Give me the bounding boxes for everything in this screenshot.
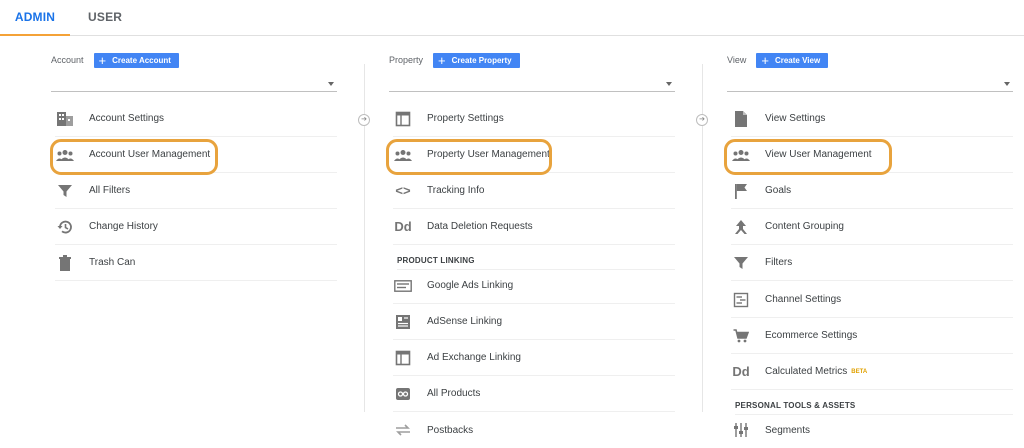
segments-icon [731, 421, 751, 439]
create-view-button[interactable]: + Create View [756, 52, 829, 68]
change-history-label: Change History [89, 221, 158, 232]
all-filters-item[interactable]: All Filters [55, 173, 337, 209]
tab-admin[interactable]: ADMIN [0, 0, 70, 36]
account-selector[interactable] [51, 76, 337, 92]
view-settings-item[interactable]: View Settings [731, 101, 1013, 137]
trash-icon [55, 254, 75, 272]
dropdown-arrow-icon [1004, 82, 1010, 86]
goals-item[interactable]: Goals [731, 173, 1013, 209]
all-filters-label: All Filters [89, 185, 131, 196]
adsense-linking-item[interactable]: AdSense Linking [393, 304, 675, 340]
segments-item[interactable]: Segments [731, 412, 1013, 448]
view-label: View [727, 55, 747, 65]
ad-exchange-linking-label: Ad Exchange Linking [427, 352, 521, 363]
dd-icon: Dd [394, 219, 412, 234]
filter-icon [731, 254, 751, 272]
postbacks-item[interactable]: Postbacks [393, 412, 675, 448]
create-account-button[interactable]: + Create Account [93, 52, 179, 68]
property-label: Property [389, 55, 424, 65]
ecommerce-settings-label: Ecommerce Settings [765, 330, 858, 341]
calculated-metrics-item[interactable]: Dd Calculated Metrics BETA [731, 354, 1013, 390]
dropdown-arrow-icon [328, 82, 334, 86]
tracking-info-label: Tracking Info [427, 185, 485, 196]
view-column: View + Create View View Settings View Us… [727, 36, 1015, 448]
property-column: Property + Create Property Property Sett… [389, 36, 677, 448]
account-user-management-label: Account User Management [89, 149, 211, 160]
property-selector[interactable] [389, 76, 675, 92]
account-column: Account + Create Account Account Setting… [51, 36, 339, 448]
ad-exchange-linking-item[interactable]: Ad Exchange Linking [393, 340, 675, 376]
plus-icon: + [438, 52, 446, 68]
account-label: Account [51, 55, 84, 65]
filter-icon [55, 182, 75, 200]
change-history-item[interactable]: Change History [55, 209, 337, 245]
ecommerce-settings-item[interactable]: Ecommerce Settings [731, 318, 1013, 354]
trash-can-label: Trash Can [89, 257, 136, 268]
property-settings-item[interactable]: Property Settings [393, 101, 675, 137]
building-icon [55, 110, 75, 128]
arrow-right-icon: ➔ [358, 114, 370, 126]
dropdown-arrow-icon [666, 82, 672, 86]
property-user-management-label: Property User Management [427, 149, 550, 160]
window-icon [393, 349, 413, 367]
segments-label: Segments [765, 424, 811, 436]
property-settings-label: Property Settings [427, 113, 504, 124]
link-icon [393, 385, 413, 403]
arrow-right-icon: ➔ [696, 114, 708, 126]
data-deletion-requests-item[interactable]: Dd Data Deletion Requests [393, 209, 675, 245]
account-settings-item[interactable]: Account Settings [55, 101, 337, 137]
account-header: Account + Create Account [51, 52, 179, 68]
channel-settings-label: Channel Settings [765, 294, 842, 305]
view-user-management-label: View User Management [765, 149, 872, 160]
window-icon [393, 110, 413, 128]
all-products-item[interactable]: All Products [393, 376, 675, 412]
trash-can-item[interactable]: Trash Can [55, 245, 337, 281]
filters-item[interactable]: Filters [731, 245, 1013, 281]
create-property-button[interactable]: + Create Property [433, 52, 520, 68]
dd-icon: Dd [732, 364, 750, 379]
view-settings-label: View Settings [765, 113, 826, 124]
code-icon: <> [395, 183, 411, 198]
create-property-label: Create Property [451, 55, 512, 65]
property-header: Property + Create Property [389, 52, 520, 68]
grouping-icon [731, 218, 751, 236]
view-user-management-item[interactable]: View User Management [731, 137, 1013, 173]
channel-icon [731, 291, 751, 309]
tracking-info-item[interactable]: <> Tracking Info [393, 173, 675, 209]
people-icon [731, 146, 751, 164]
people-icon [55, 146, 75, 164]
ads-icon [393, 277, 413, 295]
calculated-metrics-label: Calculated Metrics [765, 366, 848, 377]
plus-icon: + [761, 52, 769, 68]
tab-user[interactable]: USER [88, 0, 122, 36]
content-grouping-item[interactable]: Content Grouping [731, 209, 1013, 245]
postback-icon [393, 421, 413, 439]
account-user-management-item[interactable]: Account User Management [55, 137, 337, 173]
google-ads-linking-label: Google Ads Linking [427, 280, 514, 291]
property-user-management-item[interactable]: Property User Management [393, 137, 675, 173]
create-view-label: Create View [774, 55, 821, 65]
content-grouping-label: Content Grouping [765, 221, 844, 232]
admin-tabs: ADMIN USER [0, 0, 1024, 36]
google-ads-linking-item[interactable]: Google Ads Linking [393, 268, 675, 304]
adsense-linking-label: AdSense Linking [427, 316, 503, 327]
cart-icon [731, 327, 751, 345]
people-icon [393, 146, 413, 164]
document-icon [731, 110, 751, 128]
all-products-label: All Products [427, 388, 481, 399]
view-selector[interactable] [727, 76, 1013, 92]
data-deletion-requests-label: Data Deletion Requests [427, 221, 533, 232]
history-icon [55, 218, 75, 236]
view-header: View + Create View [727, 52, 829, 68]
flag-icon [731, 182, 751, 200]
beta-badge: BETA [851, 368, 868, 375]
postbacks-label: Postbacks [427, 424, 474, 436]
plus-icon: + [98, 52, 107, 68]
channel-settings-item[interactable]: Channel Settings [731, 282, 1013, 318]
filters-label: Filters [765, 257, 793, 268]
adsense-icon [393, 313, 413, 331]
account-settings-label: Account Settings [89, 113, 165, 124]
create-account-label: Create Account [112, 55, 171, 65]
goals-label: Goals [765, 185, 792, 196]
